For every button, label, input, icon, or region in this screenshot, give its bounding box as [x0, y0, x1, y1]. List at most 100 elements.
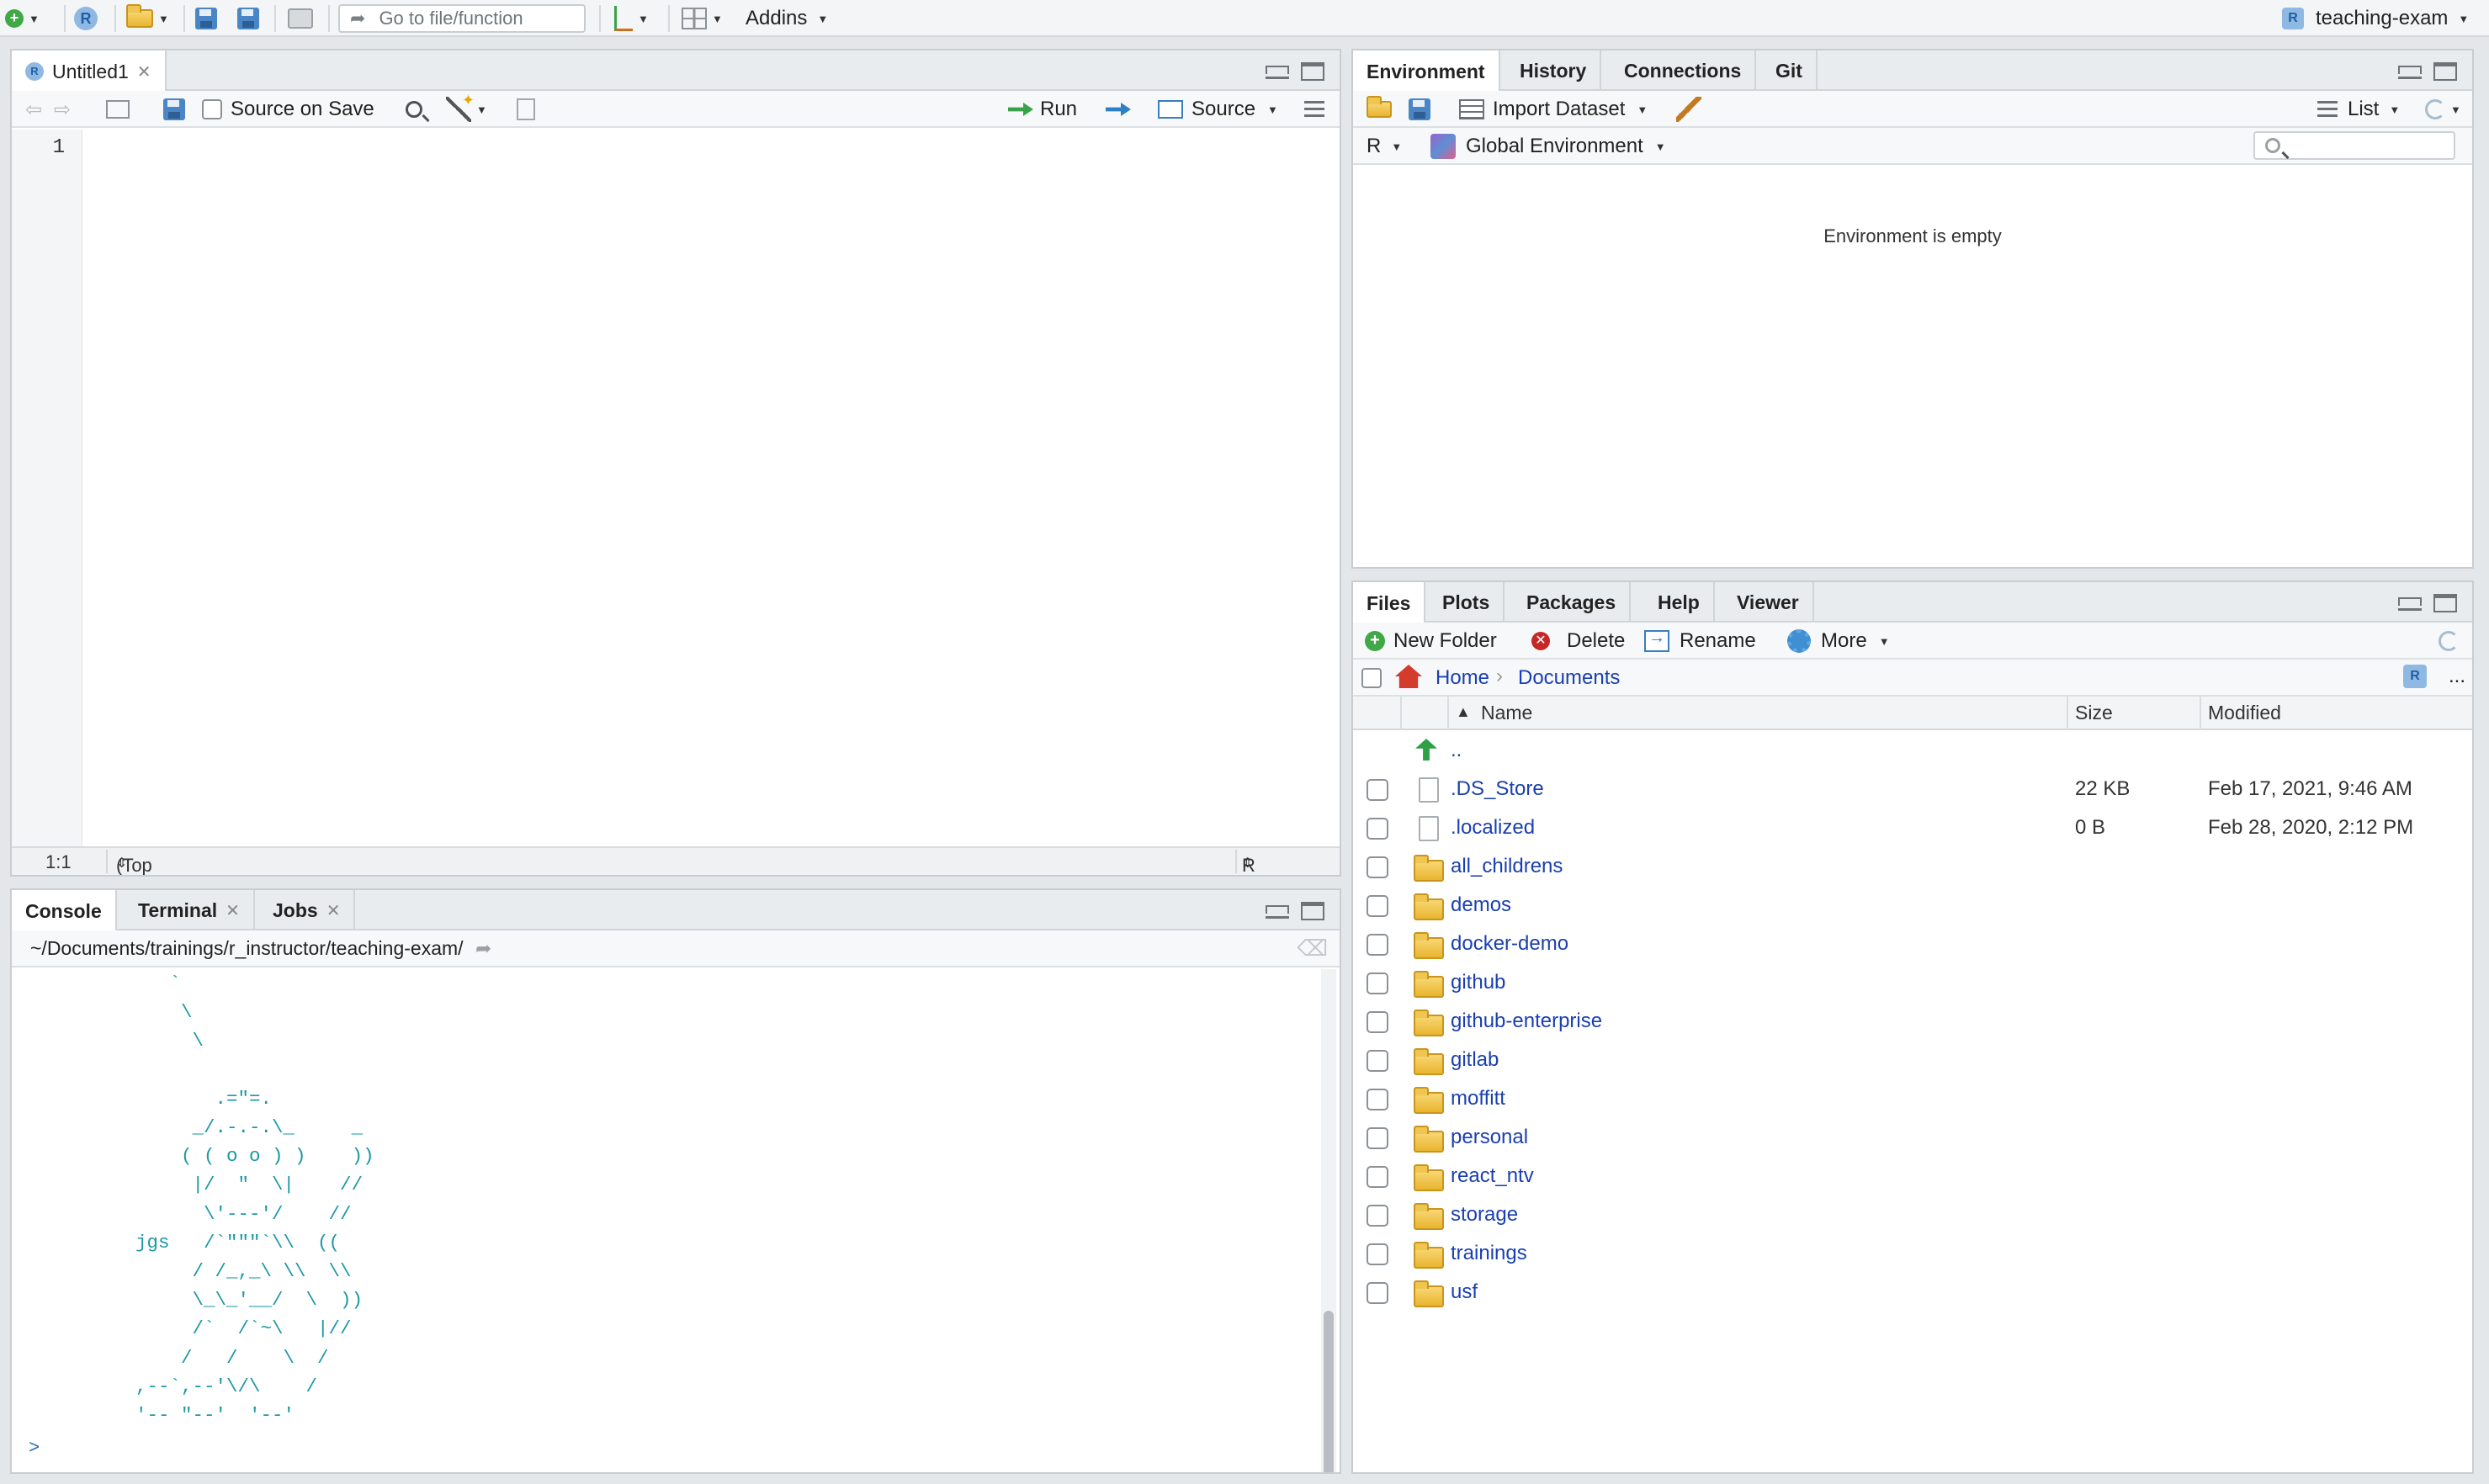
file-name[interactable]: personal — [1451, 1126, 1528, 1149]
file-row[interactable]: .DS_Store 22 KB Feb 17, 2021, 9:46 AM — [1353, 771, 2472, 809]
minimize-icon[interactable] — [1266, 62, 1289, 79]
file-name[interactable]: gitlab — [1451, 1048, 1499, 1072]
file-checkbox[interactable] — [1367, 1243, 1388, 1265]
save-button[interactable] — [195, 3, 217, 34]
environment-search-input[interactable] — [2253, 131, 2455, 160]
file-checkbox[interactable] — [1367, 1166, 1388, 1188]
file-checkbox[interactable] — [1367, 856, 1388, 878]
file-row[interactable]: storage — [1353, 1196, 2472, 1235]
file-name[interactable]: storage — [1451, 1203, 1518, 1227]
file-name[interactable]: .localized — [1451, 816, 1535, 840]
file-row[interactable]: .localized 0 B Feb 28, 2020, 2:12 PM — [1353, 809, 2472, 848]
file-name[interactable]: usf — [1451, 1280, 1478, 1304]
import-dataset-button[interactable]: Import Dataset ▼ — [1459, 91, 1648, 128]
file-name[interactable]: react_ntv — [1451, 1164, 1534, 1188]
tab-terminal[interactable]: Terminal ✕ — [125, 890, 255, 930]
file-checkbox[interactable] — [1367, 973, 1388, 994]
new-project-button[interactable]: R — [74, 3, 98, 34]
rerun-button[interactable] — [1106, 91, 1131, 128]
breadcrumb-documents[interactable]: Documents — [1518, 666, 1620, 690]
more-menu[interactable]: More ▼ — [1787, 623, 1890, 660]
file-row[interactable]: all_childrens — [1353, 848, 2472, 887]
outline-button[interactable] — [1304, 91, 1324, 128]
back-arrow-icon[interactable]: ⇦ — [25, 91, 42, 128]
save-source-button[interactable] — [163, 91, 185, 128]
breadcrumb-home[interactable]: Home — [1436, 666, 1489, 690]
file-name[interactable]: docker-demo — [1451, 932, 1568, 956]
refresh-files-button[interactable] — [2439, 623, 2459, 660]
file-row[interactable]: docker-demo — [1353, 925, 2472, 964]
source-button[interactable]: Source ▼ — [1158, 91, 1278, 128]
show-in-window-button[interactable] — [106, 91, 130, 128]
maximize-icon[interactable] — [2433, 594, 2457, 612]
file-checkbox[interactable] — [1367, 895, 1388, 917]
file-checkbox[interactable] — [1367, 1011, 1388, 1033]
file-checkbox[interactable] — [1367, 818, 1388, 840]
code-editor[interactable] — [82, 130, 1340, 846]
scrollbar-thumb[interactable] — [1324, 1311, 1334, 1472]
tab-jobs[interactable]: Jobs ✕ — [259, 890, 356, 930]
tab-viewer[interactable]: Viewer — [1723, 582, 1814, 623]
tab-untitled1[interactable]: R Untitled1 ✕ — [12, 50, 167, 93]
tab-help[interactable]: Help — [1644, 582, 1715, 623]
file-checkbox[interactable] — [1367, 779, 1388, 801]
file-name[interactable]: github — [1451, 971, 1505, 994]
new-file-button[interactable]: + ▼ — [5, 3, 40, 34]
rename-button[interactable]: Rename — [1644, 623, 1756, 660]
file-name[interactable]: all_childrens — [1451, 855, 1563, 878]
file-row[interactable]: trainings — [1353, 1235, 2472, 1274]
file-checkbox[interactable] — [1367, 1205, 1388, 1227]
file-name[interactable]: github-enterprise — [1451, 1010, 1602, 1033]
file-row[interactable]: personal — [1353, 1119, 2472, 1158]
save-workspace-button[interactable] — [1409, 91, 1430, 128]
home-icon[interactable] — [1395, 665, 1422, 688]
project-icon[interactable]: R — [2403, 665, 2427, 688]
delete-button[interactable]: ✕ Delete — [1531, 623, 1625, 660]
code-tools-button[interactable]: ▼ — [446, 91, 487, 128]
addins-menu[interactable]: Addins ▼ — [746, 3, 828, 34]
file-checkbox[interactable] — [1367, 1050, 1388, 1072]
minimize-icon[interactable] — [1266, 902, 1289, 919]
print-button[interactable] — [288, 3, 313, 34]
source-on-save-checkbox[interactable]: Source on Save — [202, 91, 374, 128]
column-modified[interactable]: Modified — [2208, 702, 2281, 724]
tab-plots[interactable]: Plots — [1429, 582, 1505, 623]
file-checkbox[interactable] — [1367, 1282, 1388, 1304]
file-name[interactable]: moffitt — [1451, 1087, 1505, 1110]
minimize-icon[interactable] — [2398, 62, 2422, 79]
tab-files[interactable]: Files — [1353, 582, 1426, 624]
clear-console-icon[interactable]: ⌫ — [1297, 935, 1328, 962]
save-all-button[interactable] — [237, 3, 259, 34]
file-name[interactable]: .DS_Store — [1451, 777, 1544, 801]
maximize-icon[interactable] — [1301, 62, 1324, 81]
pane-layout-button[interactable]: ▼ — [682, 3, 723, 34]
tab-git[interactable]: Git — [1762, 50, 1818, 91]
load-workspace-button[interactable] — [1367, 91, 1392, 128]
open-file-button[interactable]: ▼ — [126, 3, 169, 34]
refresh-button[interactable]: ▼ — [2425, 91, 2461, 128]
file-checkbox[interactable] — [1367, 1127, 1388, 1149]
file-row[interactable]: usf — [1353, 1274, 2472, 1312]
file-row[interactable]: github — [1353, 964, 2472, 1003]
maximize-icon[interactable] — [1301, 902, 1324, 920]
tab-console[interactable]: Console — [12, 890, 117, 932]
file-name[interactable]: trainings — [1451, 1242, 1527, 1265]
file-checkbox[interactable] — [1367, 934, 1388, 956]
close-icon[interactable]: ✕ — [137, 61, 151, 82]
file-checkbox[interactable] — [1367, 1089, 1388, 1110]
forward-arrow-icon[interactable]: ⇨ — [54, 91, 71, 128]
file-row[interactable]: github-enterprise — [1353, 1003, 2472, 1041]
close-icon[interactable]: ✕ — [226, 900, 240, 921]
clear-workspace-button[interactable] — [1676, 91, 1701, 128]
parent-directory-row[interactable]: .. — [1353, 732, 2472, 771]
file-name[interactable]: demos — [1451, 893, 1511, 917]
new-folder-button[interactable]: + New Folder — [1365, 623, 1497, 660]
more-path-button[interactable]: ... — [2449, 665, 2465, 688]
version-control-button[interactable]: ▼ — [614, 3, 649, 34]
close-icon[interactable]: ✕ — [326, 900, 341, 921]
compile-report-button[interactable] — [517, 91, 535, 128]
goto-file-input[interactable]: ➦ Go to file/function — [338, 4, 586, 33]
tab-packages[interactable]: Packages — [1513, 582, 1632, 623]
select-all-checkbox[interactable] — [1361, 668, 1382, 688]
console-scrollbar[interactable] — [1321, 969, 1336, 1472]
